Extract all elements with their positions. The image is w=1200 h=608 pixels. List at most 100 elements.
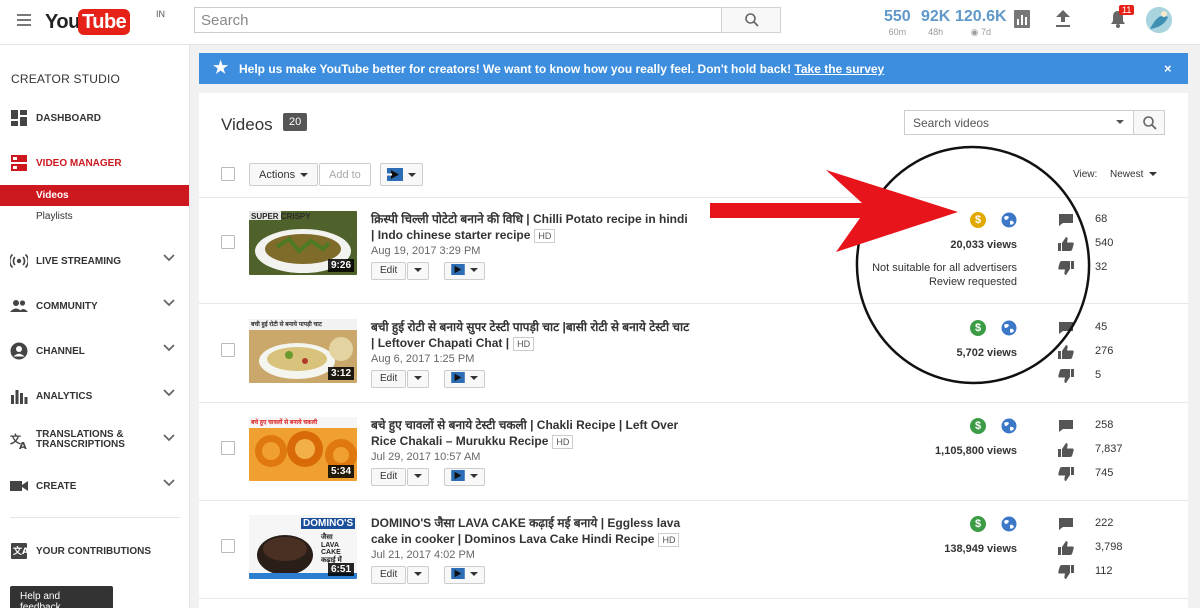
edit-button[interactable]: Edit — [371, 468, 407, 486]
thumbs-up-icon — [1058, 443, 1074, 457]
search-videos-input[interactable]: Search videos — [904, 110, 1134, 135]
chevron-down-icon[interactable] — [163, 389, 175, 397]
masthead: You Tube IN Search 550 60m 92K 48h 120.6… — [0, 0, 1200, 45]
video-date: Jul 21, 2017 4:02 PM — [371, 549, 475, 561]
sidebar: CREATOR STUDIO DASHBOARD VIDEO MANAGER V… — [0, 45, 190, 608]
upload-icon[interactable] — [1055, 10, 1071, 28]
edit-button[interactable]: Edit — [371, 566, 407, 584]
comment-count: 222 — [1095, 517, 1114, 529]
menu-icon[interactable] — [17, 14, 31, 26]
actions-dropdown[interactable]: Actions — [249, 163, 319, 186]
search-videos-button[interactable] — [1133, 110, 1165, 135]
thumbs-down-icon — [1058, 369, 1074, 383]
sidebar-item-analytics[interactable]: ANALYTICS — [0, 380, 189, 410]
comment-icon — [1059, 420, 1073, 432]
edit-button[interactable]: Edit — [371, 370, 407, 388]
stat-48h[interactable]: 92K 48h — [921, 8, 950, 37]
video-title[interactable]: बची हुई रोटी से बनाये सुपर टेस्टी पापड़ी… — [371, 319, 691, 351]
edit-dropdown[interactable] — [407, 262, 429, 280]
row-divider — [199, 303, 1188, 304]
comment-icon — [1059, 322, 1073, 334]
playlist-icon — [451, 264, 465, 275]
video-thumbnail[interactable]: बची हुई रोटी से बनाये पापड़ी चाट 3:12 — [249, 319, 357, 383]
take-survey-link[interactable]: Take the survey — [794, 62, 884, 76]
comment-count: 68 — [1095, 213, 1108, 225]
comment-icon — [1059, 518, 1073, 530]
chevron-down-icon[interactable] — [163, 299, 175, 307]
select-all-checkbox[interactable] — [221, 167, 235, 181]
playlist-dropdown[interactable] — [444, 468, 485, 486]
edit-dropdown[interactable] — [407, 468, 429, 486]
page-title: Videos — [221, 115, 273, 134]
globe-icon[interactable] — [1001, 418, 1017, 434]
avatar[interactable] — [1146, 7, 1172, 33]
monetization-icon[interactable]: $ — [970, 516, 986, 532]
video-title[interactable]: बचे हुए चावलों से बनाये टेस्टी चकली | Ch… — [371, 417, 691, 449]
dislike-count: 745 — [1095, 467, 1114, 479]
video-title[interactable]: DOMINO'S जैसा LAVA CAKE कढ़ाई मई बनाये |… — [371, 515, 691, 547]
globe-icon[interactable] — [1001, 212, 1017, 228]
sidebar-subitem-playlists[interactable]: Playlists — [0, 206, 189, 227]
thumbs-down-icon — [1058, 565, 1074, 579]
globe-icon[interactable] — [1001, 516, 1017, 532]
stat-7d[interactable]: 120.6K ◉ 7d — [955, 8, 1007, 38]
video-title[interactable]: क्रिस्पी चिल्ली पोटेटो बनाने की विधि | C… — [371, 211, 691, 243]
edit-dropdown[interactable] — [407, 370, 429, 388]
edit-button[interactable]: Edit — [371, 262, 407, 280]
chevron-down-icon[interactable] — [163, 344, 175, 352]
stat-60m[interactable]: 550 60m — [884, 8, 911, 37]
video-thumbnail[interactable]: बचे हुए चावलों से बनाये चकली 5:34 — [249, 417, 357, 481]
edit-dropdown[interactable] — [407, 566, 429, 584]
help-feedback-button[interactable]: Help and feedback — [10, 586, 113, 608]
monetization-icon[interactable]: $ — [970, 212, 986, 228]
sidebar-item-translations[interactable]: 文A TRANSLATIONS & TRANSCRIPTIONS — [0, 425, 189, 455]
search-input[interactable]: Search — [194, 7, 722, 33]
playlist-dropdown[interactable] — [444, 566, 485, 584]
chevron-down-icon[interactable] — [163, 254, 175, 262]
svg-text:A: A — [19, 441, 27, 450]
sidebar-item-video-manager[interactable]: VIDEO MANAGER — [0, 147, 189, 177]
row-checkbox[interactable] — [221, 539, 235, 553]
row-divider — [199, 402, 1188, 403]
sidebar-item-live-streaming[interactable]: LIVE STREAMING — [0, 245, 189, 275]
dislike-count: 32 — [1095, 261, 1108, 273]
view-count: 5,702 views — [956, 347, 1017, 359]
thumbs-up-icon — [1058, 345, 1074, 359]
notification-count-badge: 11 — [1119, 5, 1135, 15]
sidebar-item-create[interactable]: CREATE — [0, 470, 189, 500]
playlist-dropdown[interactable] — [380, 163, 423, 186]
sidebar-item-your-contributions[interactable]: 文A YOUR CONTRIBUTIONS — [0, 535, 189, 565]
playlist-dropdown[interactable] — [444, 262, 485, 280]
thumbs-down-icon — [1058, 261, 1074, 275]
video-thumbnail[interactable]: DOMINO'S जैसा LAVA CAKE कढ़ाई में 6:51 — [249, 515, 357, 579]
analytics-chart-icon[interactable] — [1014, 10, 1030, 28]
row-checkbox[interactable] — [221, 441, 235, 455]
sidebar-subitem-videos[interactable]: Videos — [0, 185, 189, 206]
close-icon[interactable]: × — [1164, 61, 1172, 76]
row-checkbox[interactable] — [221, 343, 235, 357]
add-to-button[interactable]: Add to — [319, 163, 371, 186]
playlist-icon — [451, 568, 465, 579]
caret-down-icon[interactable] — [1116, 120, 1124, 124]
contributions-icon: 文A — [11, 543, 28, 559]
playlist-dropdown[interactable] — [444, 370, 485, 388]
globe-icon[interactable] — [1001, 320, 1017, 336]
sidebar-item-channel[interactable]: CHANNEL — [0, 335, 189, 365]
search-button[interactable] — [721, 7, 781, 33]
sort-dropdown[interactable]: Newest — [1110, 169, 1158, 180]
sidebar-item-community[interactable]: COMMUNITY — [0, 290, 189, 320]
avatar-image — [1146, 7, 1172, 33]
monetization-icon[interactable]: $ — [970, 418, 986, 434]
chevron-down-icon[interactable] — [163, 434, 175, 442]
sidebar-item-dashboard[interactable]: DASHBOARD — [0, 102, 189, 132]
like-count: 7,837 — [1095, 443, 1123, 455]
video-manager-panel: Videos 20 Search videos Actions Add to V… — [199, 93, 1188, 608]
thumbs-up-icon — [1058, 541, 1074, 555]
community-icon — [10, 300, 28, 312]
monetization-icon[interactable]: $ — [970, 320, 986, 336]
chevron-down-icon[interactable] — [163, 479, 175, 487]
like-count: 540 — [1095, 237, 1114, 249]
star-icon: ★ — [213, 58, 229, 77]
row-checkbox[interactable] — [221, 235, 235, 249]
video-thumbnail[interactable]: SUPER CRISPY 9:26 — [249, 211, 357, 275]
